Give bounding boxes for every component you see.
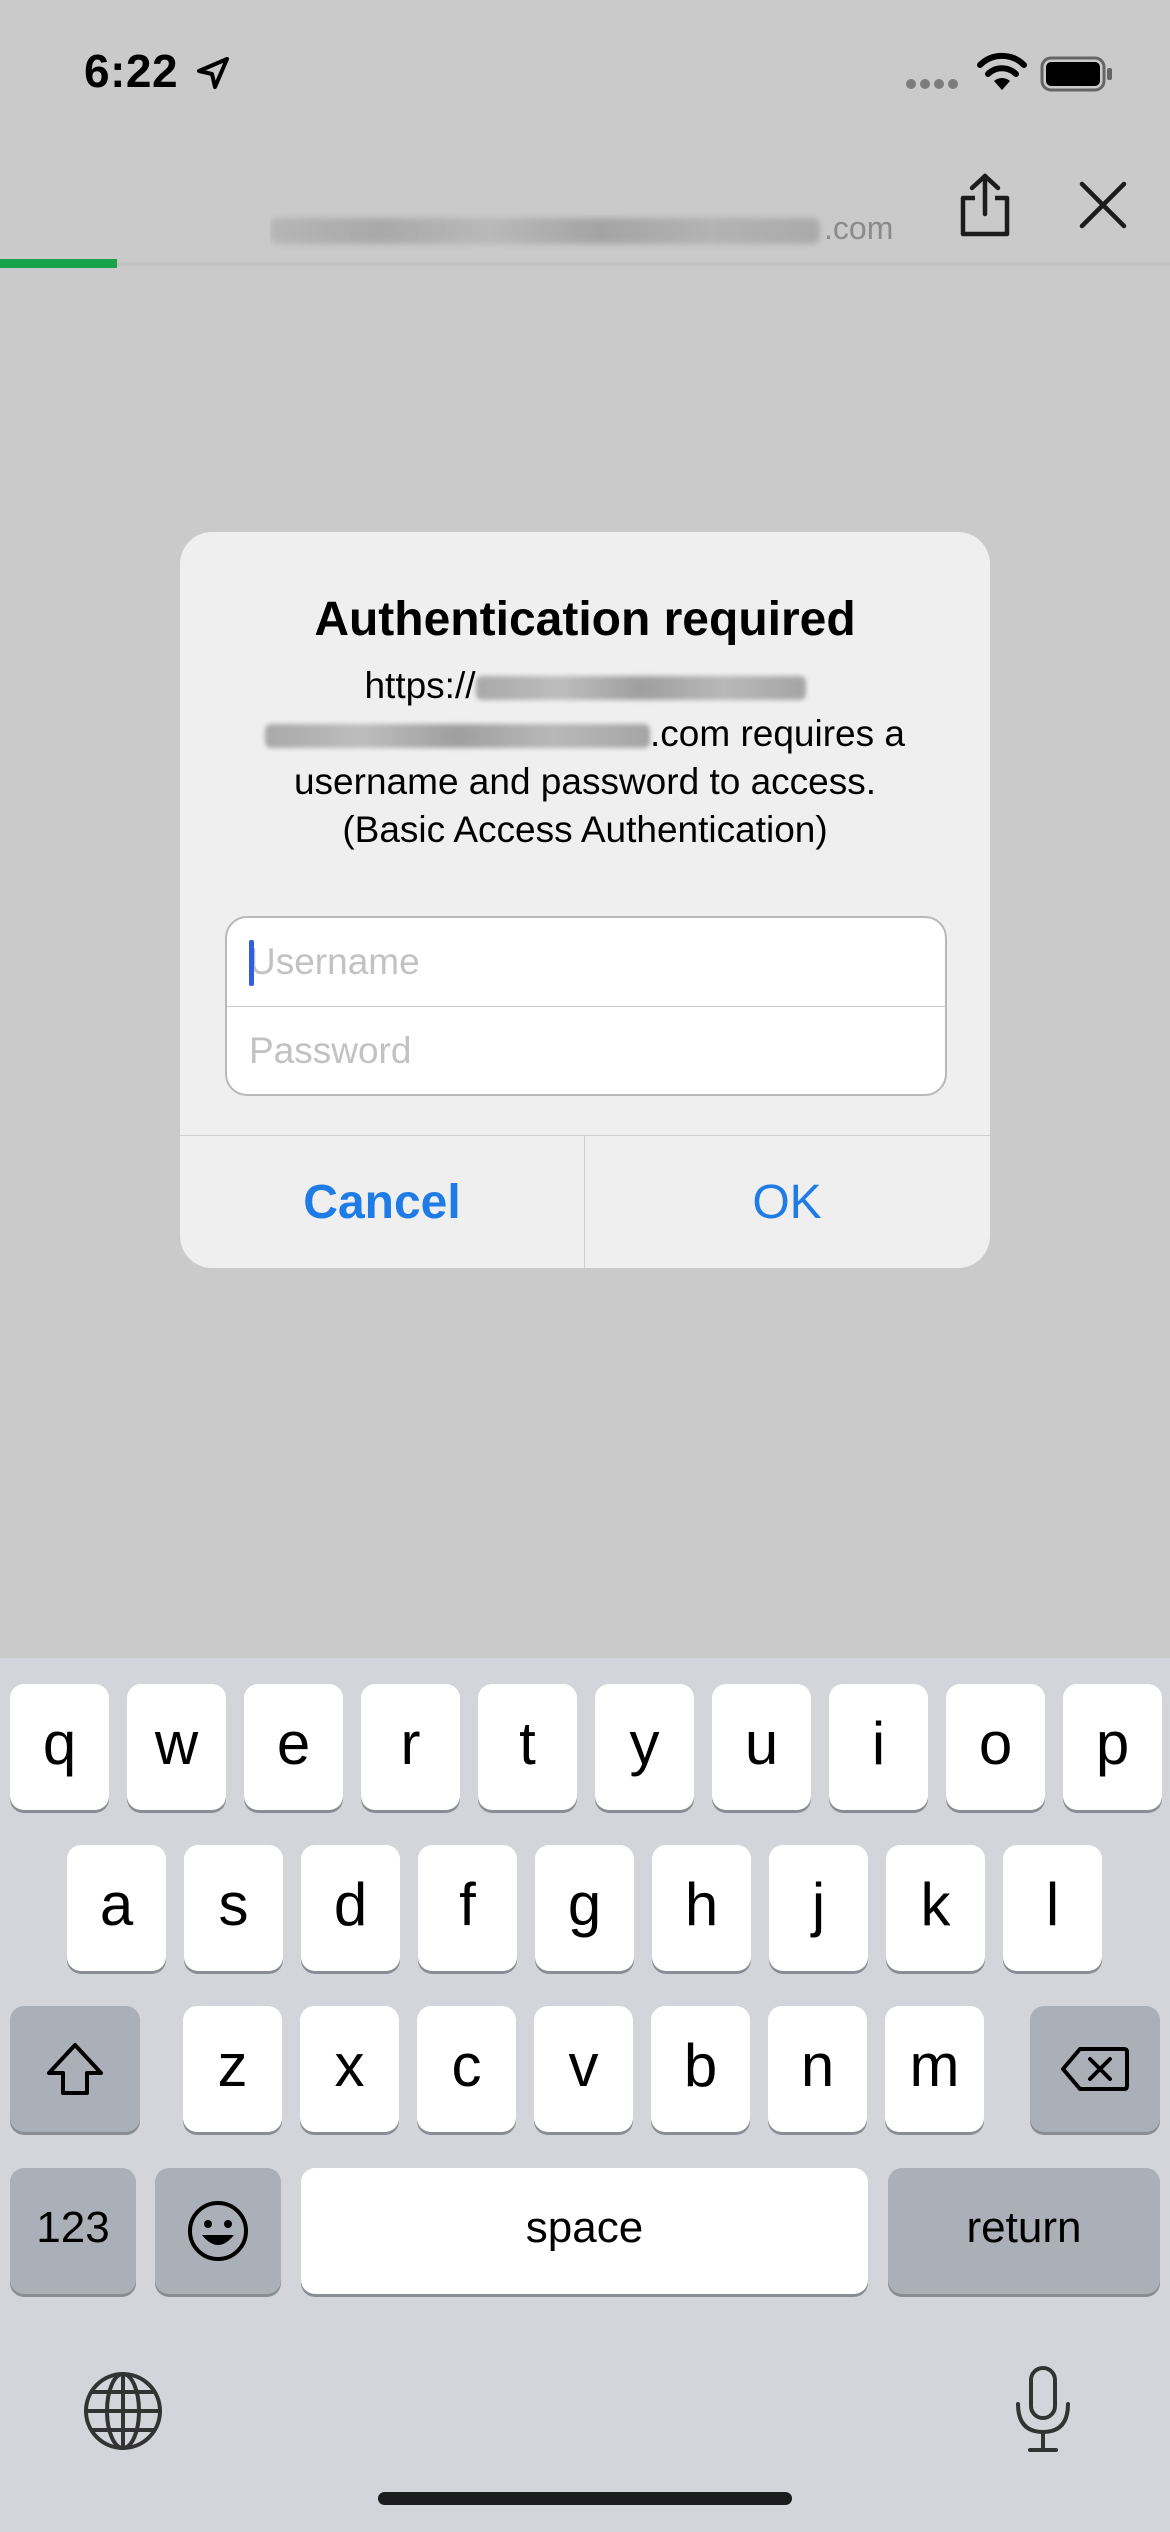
page-load-progress [0,259,1170,268]
key-r[interactable]: r [361,1684,460,1810]
shift-icon [47,2043,103,2095]
key-e[interactable]: e [244,1684,343,1810]
emoji-icon [188,2201,248,2261]
key-o[interactable]: o [946,1684,1045,1810]
share-icon[interactable] [955,172,1015,238]
key-g[interactable]: g [535,1845,634,1971]
key-h[interactable]: h [652,1845,751,1971]
on-screen-keyboard: 123 space return qwertyuiop asdfghjkl zxcv… [0,1658,1170,2532]
cancel-button[interactable]: Cancel [180,1136,584,1268]
key-q[interactable]: q [10,1684,109,1810]
authentication-dialog: Authentication required https:// .com re… [180,532,990,1268]
space-key[interactable]: space [301,2168,868,2294]
key-y[interactable]: y [595,1684,694,1810]
url-suffix: .com [824,210,894,246]
location-arrow-icon [197,57,229,89]
globe-icon[interactable] [82,2370,164,2452]
redacted-host [475,676,806,701]
delete-key[interactable] [1030,2006,1160,2132]
return-key[interactable]: return [888,2168,1160,2294]
key-t[interactable]: t [478,1684,577,1810]
status-time: 6:22 [84,45,179,97]
shift-key[interactable] [10,2006,140,2132]
key-x[interactable]: x [300,2006,399,2132]
close-icon[interactable] [1078,180,1128,230]
password-field[interactable] [227,1007,945,1094]
browser-toolbar: .com [0,150,1170,265]
key-i[interactable]: i [829,1684,928,1810]
key-f[interactable]: f [418,1845,517,1971]
redacted-host-2 [265,724,650,749]
username-field[interactable] [227,918,945,1006]
dialog-message: https:// .com requires a username and pa… [240,662,930,854]
credentials-fields [225,916,947,1096]
cellular-signal-icon [906,79,958,89]
microphone-icon[interactable] [1010,2364,1076,2454]
key-d[interactable]: d [301,1845,400,1971]
key-p[interactable]: p [1063,1684,1162,1810]
key-l[interactable]: l [1003,1845,1102,1971]
url-display[interactable]: .com [270,210,920,260]
key-v[interactable]: v [534,2006,633,2132]
key-k[interactable]: k [886,1845,985,1971]
battery-icon [1040,56,1112,92]
key-b[interactable]: b [651,2006,750,2132]
redacted-url [270,217,820,244]
status-bar: 6:22 [0,0,1170,140]
key-w[interactable]: w [127,1684,226,1810]
key-n[interactable]: n [768,2006,867,2132]
emoji-key[interactable] [155,2168,281,2294]
numbers-key[interactable]: 123 [10,2168,136,2294]
key-s[interactable]: s [184,1845,283,1971]
backspace-icon [1061,2047,1129,2091]
page-load-progress-fill [0,259,117,268]
key-m[interactable]: m [885,2006,984,2132]
key-z[interactable]: z [183,2006,282,2132]
text-caret [249,940,254,986]
key-u[interactable]: u [712,1684,811,1810]
key-c[interactable]: c [417,2006,516,2132]
key-j[interactable]: j [769,1845,868,1971]
ok-button[interactable]: OK [585,1136,989,1268]
dialog-title: Authentication required [314,593,856,646]
wifi-icon [977,52,1027,90]
dialog-buttons: Cancel OK [180,1135,990,1268]
key-a[interactable]: a [67,1845,166,1971]
home-indicator [378,2492,792,2505]
